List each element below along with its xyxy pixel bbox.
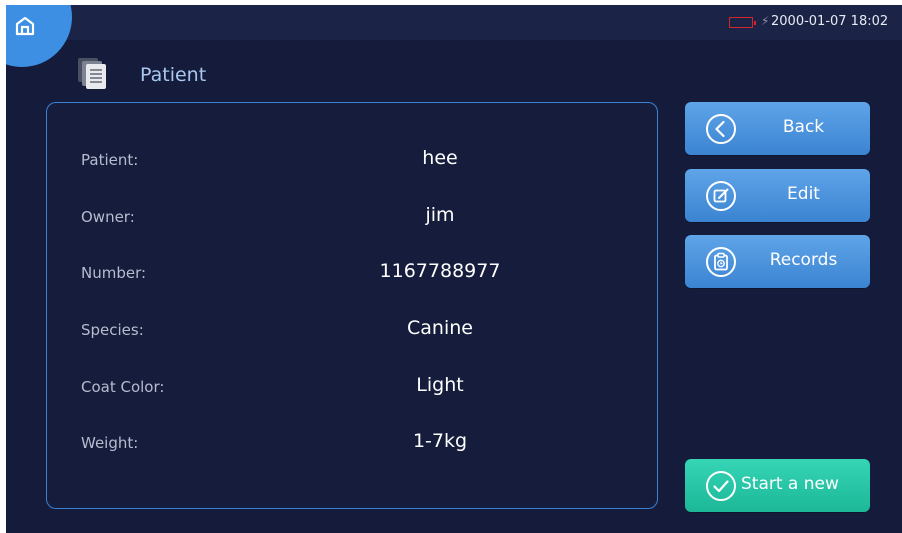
back-button[interactable]: Back bbox=[685, 102, 870, 155]
field-label: Species: bbox=[81, 321, 144, 339]
home-button[interactable] bbox=[6, 5, 72, 67]
back-button-label: Back bbox=[782, 117, 825, 137]
edit-button[interactable]: Edit bbox=[685, 169, 870, 222]
start-new-button-label: Start a new bbox=[741, 474, 839, 494]
patient-row: Patient: hee bbox=[47, 145, 657, 175]
owner-row: Owner: jim bbox=[47, 202, 657, 232]
field-label: Coat Color: bbox=[81, 378, 165, 396]
home-icon bbox=[15, 16, 35, 36]
field-value: jim bbox=[425, 204, 455, 226]
clock-datetime: 2000-01-07 18:02 bbox=[771, 14, 889, 29]
records-button[interactable]: Records bbox=[685, 235, 870, 288]
document-stack-icon bbox=[78, 58, 106, 89]
check-circle-icon bbox=[706, 471, 736, 501]
app-screen: ⚡ 2000-01-07 18:02 Patient Patient: hee … bbox=[6, 5, 902, 533]
lightning-icon: ⚡ bbox=[761, 14, 770, 28]
weight-row: Weight: 1-7kg bbox=[47, 428, 657, 458]
field-label: Number: bbox=[81, 264, 147, 282]
field-label: Weight: bbox=[81, 434, 139, 452]
battery-empty-icon bbox=[729, 17, 756, 28]
coat-color-row: Coat Color: Light bbox=[47, 372, 657, 402]
records-button-label: Records bbox=[769, 250, 838, 270]
field-label: Owner: bbox=[81, 208, 135, 226]
chevron-left-circle-icon bbox=[706, 114, 736, 144]
edit-button-label: Edit bbox=[787, 184, 820, 204]
field-value: Canine bbox=[407, 317, 473, 339]
clipboard-clock-icon bbox=[706, 247, 736, 277]
status-bar: ⚡ 2000-01-07 18:02 bbox=[6, 5, 902, 40]
patient-info-panel: Patient: hee Owner: jim Number: 11677889… bbox=[46, 102, 658, 509]
field-value: hee bbox=[422, 147, 458, 169]
field-label: Patient: bbox=[81, 151, 139, 169]
field-value: Light bbox=[416, 374, 464, 396]
field-value: 1167788977 bbox=[379, 260, 501, 282]
species-row: Species: Canine bbox=[47, 315, 657, 345]
page-title: Patient bbox=[140, 64, 207, 86]
field-value: 1-7kg bbox=[412, 430, 468, 452]
edit-circle-icon bbox=[706, 181, 736, 211]
start-new-button[interactable]: Start a new bbox=[685, 459, 870, 512]
number-row: Number: 1167788977 bbox=[47, 258, 657, 288]
